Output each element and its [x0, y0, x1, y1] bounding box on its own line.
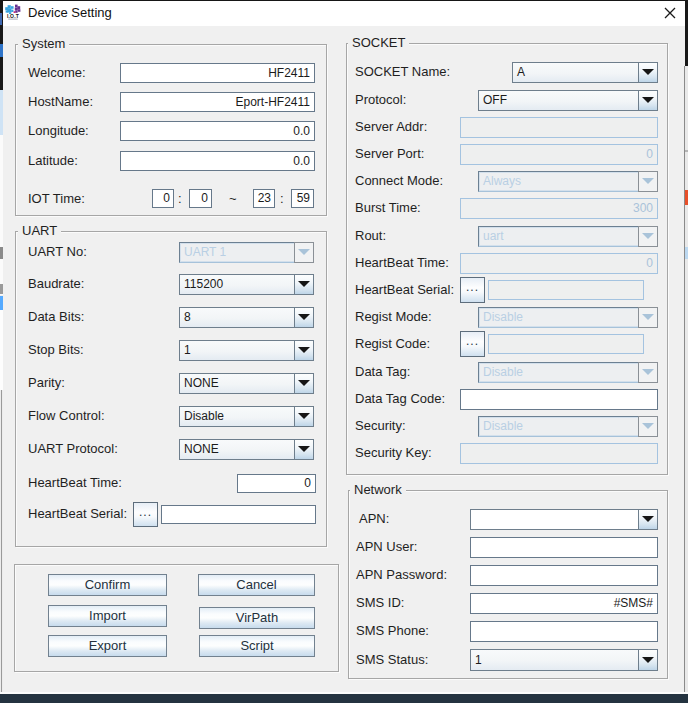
- svg-text:I.O.T: I.O.T: [7, 13, 19, 19]
